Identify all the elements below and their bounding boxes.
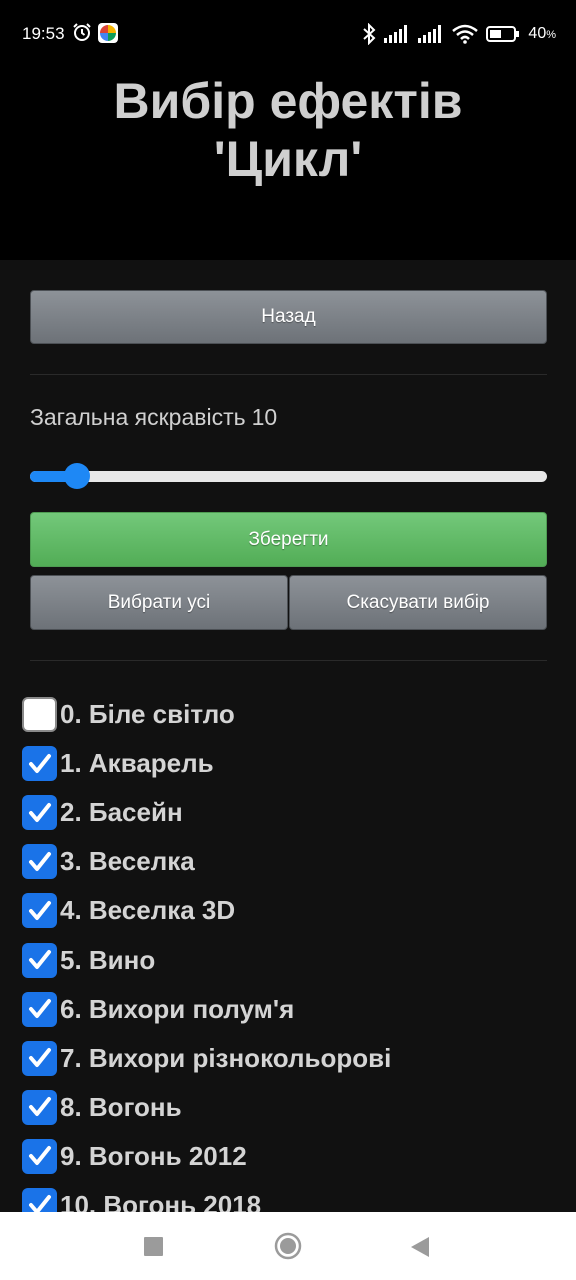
effect-checkbox[interactable] [22,844,57,880]
navigation-bar [0,1212,576,1280]
effect-row[interactable]: 10. Вогонь 2018 [22,1181,562,1212]
effect-checkbox[interactable] [22,1187,57,1212]
brightness-value: 10 [251,404,278,430]
save-button[interactable]: Зберегти [30,512,547,567]
signal-icon-2 [418,25,442,43]
effect-row[interactable]: 9. Вогонь 2012 [22,1132,562,1181]
effect-checkbox[interactable] [22,991,57,1027]
deselect-button[interactable]: Скасувати вибір [289,575,547,630]
effect-row[interactable]: 6. Вихори полум'я [22,985,562,1034]
page-title-line1: Вибір ефектів [113,73,463,129]
checkmark-icon [28,950,51,970]
effect-row[interactable]: 2. Басейн [22,788,562,837]
alarm-icon [73,23,91,41]
back-button[interactable]: Назад [30,290,547,344]
divider [30,660,547,661]
checkmark-icon [28,1097,51,1117]
signal-icon [384,25,408,43]
select-all-button[interactable]: Вибрати усі [30,575,288,630]
effect-label: 0. Біле світло [60,699,235,730]
slider-track[interactable] [30,471,547,482]
checkmark-icon [28,851,51,871]
effect-row[interactable]: 7. Вихори різнокольорові [22,1034,562,1083]
checkmark-icon [28,1195,51,1212]
effect-label: 9. Вогонь 2012 [60,1140,247,1171]
status-bar: 19:53 40% [0,0,576,68]
effect-label: 1. Акварель [60,748,214,779]
divider [30,374,547,375]
effect-label: 3. Веселка [60,846,195,877]
effect-checkbox[interactable] [22,746,57,782]
screen: 19:53 40% Вибір ефектів 'Цикл' Назад Заг… [0,0,576,1280]
status-icons: 40% [362,22,556,46]
page-header: Вибір ефектів 'Цикл' [0,68,576,260]
effect-label: 8. Вогонь [60,1091,182,1122]
effect-row[interactable]: 0. Біле світло [22,690,562,739]
recents-square-icon[interactable] [144,1237,163,1256]
effect-row[interactable]: 3. Веселка [22,837,562,886]
effect-label: 6. Вихори полум'я [60,993,295,1024]
status-time: 19:53 [22,24,65,43]
effect-label: 10. Вогонь 2018 [60,1189,262,1212]
battery-icon [486,26,520,42]
checkmark-icon [28,802,51,822]
effect-row[interactable]: 8. Вогонь [22,1083,562,1132]
bluetooth-icon [363,23,376,45]
effect-label: 5. Вино [60,944,156,975]
slider-thumb[interactable] [63,463,90,489]
effect-row[interactable]: 4. Веселка 3D [22,886,562,935]
home-circle-icon[interactable] [274,1232,302,1260]
page-title: Вибір ефектів 'Цикл' [0,72,576,188]
content-area: Назад Загальна яскравість 10 Зберегти Виб… [0,260,576,1212]
effect-label: 4. Веселка 3D [60,895,236,926]
effect-checkbox[interactable] [22,1040,57,1076]
effect-checkbox[interactable] [22,893,57,929]
checkmark-icon [28,1146,51,1166]
wifi-icon [452,24,479,44]
effect-label: 2. Басейн [60,797,183,828]
checkmark-icon [28,753,51,773]
checkmark-icon [28,1048,51,1068]
effect-checkbox[interactable] [22,1138,57,1174]
effect-checkbox[interactable] [22,1089,57,1125]
battery-percent: 40% [528,25,556,42]
checkmark-icon [28,900,51,920]
effect-row[interactable]: 1. Акварель [22,739,562,788]
effects-list: 0. Біле світло 1. Акварель 2. Басейн 3. Вес… [22,690,562,1212]
effect-checkbox[interactable] [22,795,57,831]
back-triangle-icon[interactable] [410,1236,430,1258]
brightness-slider[interactable] [30,463,547,489]
brightness-label: Загальна яскравість 10 [30,404,278,430]
effect-row[interactable]: 5. Вино [22,935,562,984]
effect-label: 7. Вихори різнокольорові [60,1042,392,1073]
effect-checkbox[interactable] [22,942,57,978]
pinwheel-app-icon [98,23,118,43]
effect-checkbox[interactable] [22,697,57,733]
checkmark-icon [28,999,51,1019]
page-title-line2: 'Цикл' [213,131,363,187]
